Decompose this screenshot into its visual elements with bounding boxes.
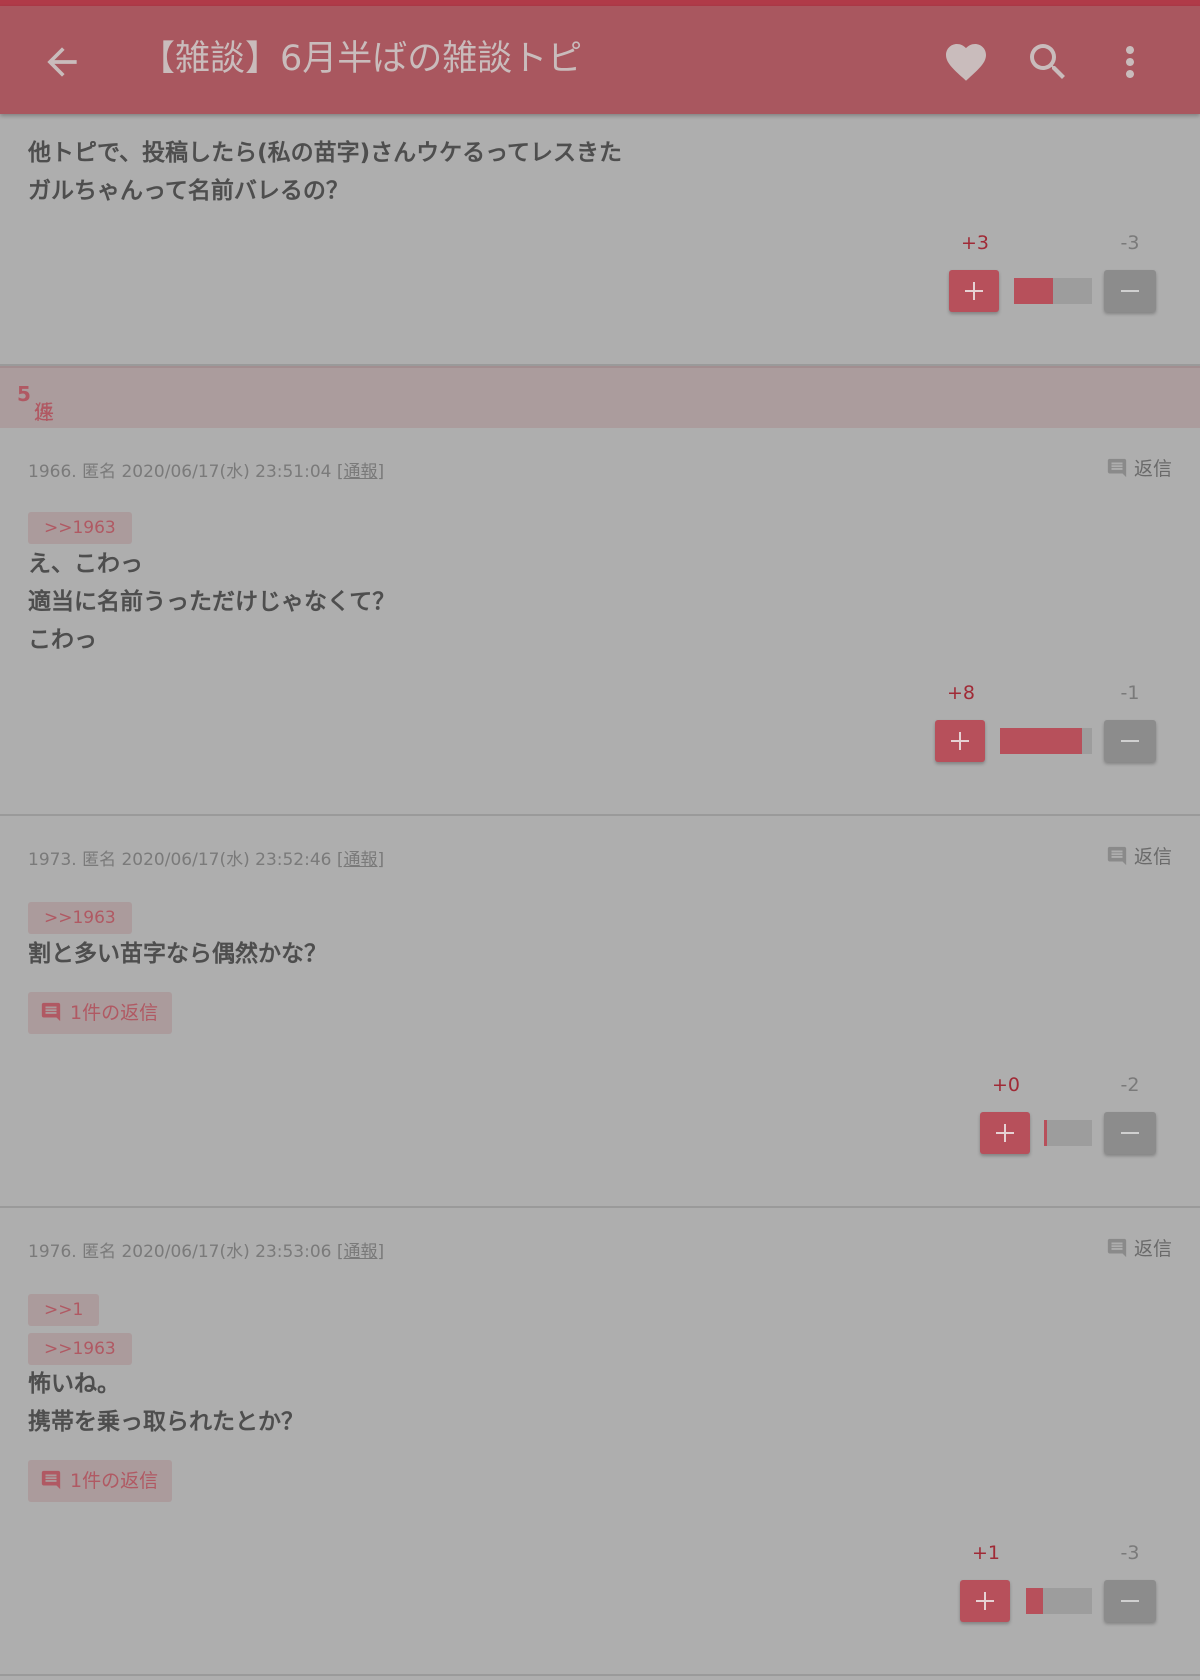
minus-icon: [1121, 290, 1139, 292]
vote-ratio-fill: [1000, 728, 1082, 754]
report-link[interactable]: 通報: [344, 850, 378, 870]
more-button[interactable]: [1106, 38, 1154, 86]
plus-icon: [965, 282, 983, 300]
minus-button[interactable]: [1104, 1112, 1156, 1154]
post-line: 割と多い苗字なら偶然かな？: [28, 941, 327, 967]
plus-count: +1: [971, 1542, 1000, 1564]
anchor-link[interactable]: >>1963: [28, 512, 132, 544]
reply-button[interactable]: 返信: [1106, 842, 1172, 869]
post-body: え、こわっ 適当に名前うっただけじゃなくて？ こわっ: [28, 545, 395, 659]
post-line: こわっ: [28, 627, 97, 653]
replies-chip[interactable]: 1件の返信: [28, 1460, 173, 1502]
back-button[interactable]: [40, 40, 84, 84]
comment-icon: [1107, 458, 1127, 478]
reply-count: 5: [17, 382, 31, 406]
post-body: 他トピで、投稿したら(私の苗字)さんウケるってレスきた ガルちゃんって名前バレる…: [28, 134, 622, 210]
anchor-link[interactable]: >>1963: [28, 902, 132, 934]
report-link[interactable]: 通報: [344, 1242, 378, 1262]
minus-button[interactable]: [1104, 1580, 1156, 1622]
vote-ratio-fill: [1044, 1120, 1047, 1146]
search-icon: [1030, 44, 1065, 79]
post-line: 怖いね。: [28, 1371, 120, 1397]
plus-button[interactable]: [980, 1112, 1030, 1154]
plus-button[interactable]: [935, 720, 985, 762]
page-title: 【雑談】6月半ばの雑談トピ: [140, 39, 583, 79]
more-vert-icon: [1126, 46, 1134, 78]
anchor-link[interactable]: >>1: [28, 1294, 100, 1326]
minus-count: -3: [1120, 1542, 1140, 1564]
post-line: 携帯を乗っ取られたとか？: [28, 1409, 304, 1435]
comment-icon: [41, 1470, 61, 1490]
minus-count: -3: [1120, 232, 1140, 254]
replies-chip[interactable]: 1件の返信: [28, 992, 173, 1034]
heart-icon: [946, 44, 986, 81]
comment-icon: [1107, 1238, 1127, 1258]
reply-post: 1973. 匿名 2020/06/17(水) 23:52:46 [通報] 返信 …: [0, 816, 1200, 1208]
search-button[interactable]: [1024, 38, 1072, 86]
reply-button[interactable]: 返信: [1106, 454, 1172, 481]
minus-button[interactable]: [1104, 270, 1156, 312]
post-line: 他トピで、投稿したら(私の苗字)さんウケるってレスきた: [28, 140, 622, 166]
plus-icon: [996, 1124, 1014, 1142]
vote-ratio-bar: [1044, 1120, 1092, 1146]
comment-icon: [1107, 846, 1127, 866]
reply-button[interactable]: 返信: [1106, 1234, 1172, 1261]
minus-icon: [1121, 1600, 1139, 1602]
post-line: え、こわっ: [28, 551, 143, 577]
favorite-button[interactable]: [942, 38, 990, 86]
reply-count-header: 返信 5 件: [0, 366, 1200, 453]
plus-count: +3: [960, 232, 989, 254]
vote-ratio-fill: [1014, 278, 1053, 304]
vote-ratio-bar: [1000, 728, 1092, 754]
post-line: 適当に名前うっただけじゃなくて？: [28, 589, 396, 615]
minus-icon: [1121, 740, 1139, 742]
arrow-back-icon: [47, 47, 77, 77]
minus-button[interactable]: [1104, 720, 1156, 762]
minus-count: -2: [1120, 1074, 1140, 1096]
plus-button[interactable]: [960, 1580, 1010, 1622]
app-bar: 【雑談】6月半ばの雑談トピ: [0, 6, 1200, 114]
plus-button[interactable]: [949, 270, 999, 312]
minus-count: -1: [1120, 682, 1140, 704]
post-meta: 1976. 匿名 2020/06/17(水) 23:53:06 [通報]: [28, 1242, 385, 1262]
reply-header-suffix: 件: [34, 400, 54, 424]
comment-icon: [41, 1002, 61, 1022]
reply-post: 1976. 匿名 2020/06/17(水) 23:53:06 [通報] 返信 …: [0, 1208, 1200, 1676]
minus-icon: [1121, 1132, 1139, 1134]
plus-icon: [951, 732, 969, 750]
post-line: ガルちゃんって名前バレるの？: [28, 178, 349, 204]
vote-ratio-bar: [1014, 278, 1092, 304]
vote-ratio-fill: [1026, 1588, 1043, 1614]
post-meta: 1973. 匿名 2020/06/17(水) 23:52:46 [通報]: [28, 850, 385, 870]
reply-post: 1966. 匿名 2020/06/17(水) 23:51:04 [通報] 返信 …: [0, 428, 1200, 816]
report-link[interactable]: 通報: [344, 462, 378, 482]
vote-ratio-bar: [1026, 1588, 1092, 1614]
post-body: 怖いね。 携帯を乗っ取られたとか？: [28, 1365, 304, 1441]
plus-count: +0: [991, 1074, 1020, 1096]
plus-count: +8: [946, 682, 975, 704]
post-meta: 1966. 匿名 2020/06/17(水) 23:51:04 [通報]: [28, 462, 385, 482]
plus-icon: [976, 1592, 994, 1610]
parent-post: 他トピで、投稿したら(私の苗字)さんウケるってレスきた ガルちゃんって名前バレる…: [0, 114, 1200, 366]
anchor-link[interactable]: >>1963: [28, 1333, 132, 1365]
post-body: 割と多い苗字なら偶然かな？: [28, 935, 327, 973]
